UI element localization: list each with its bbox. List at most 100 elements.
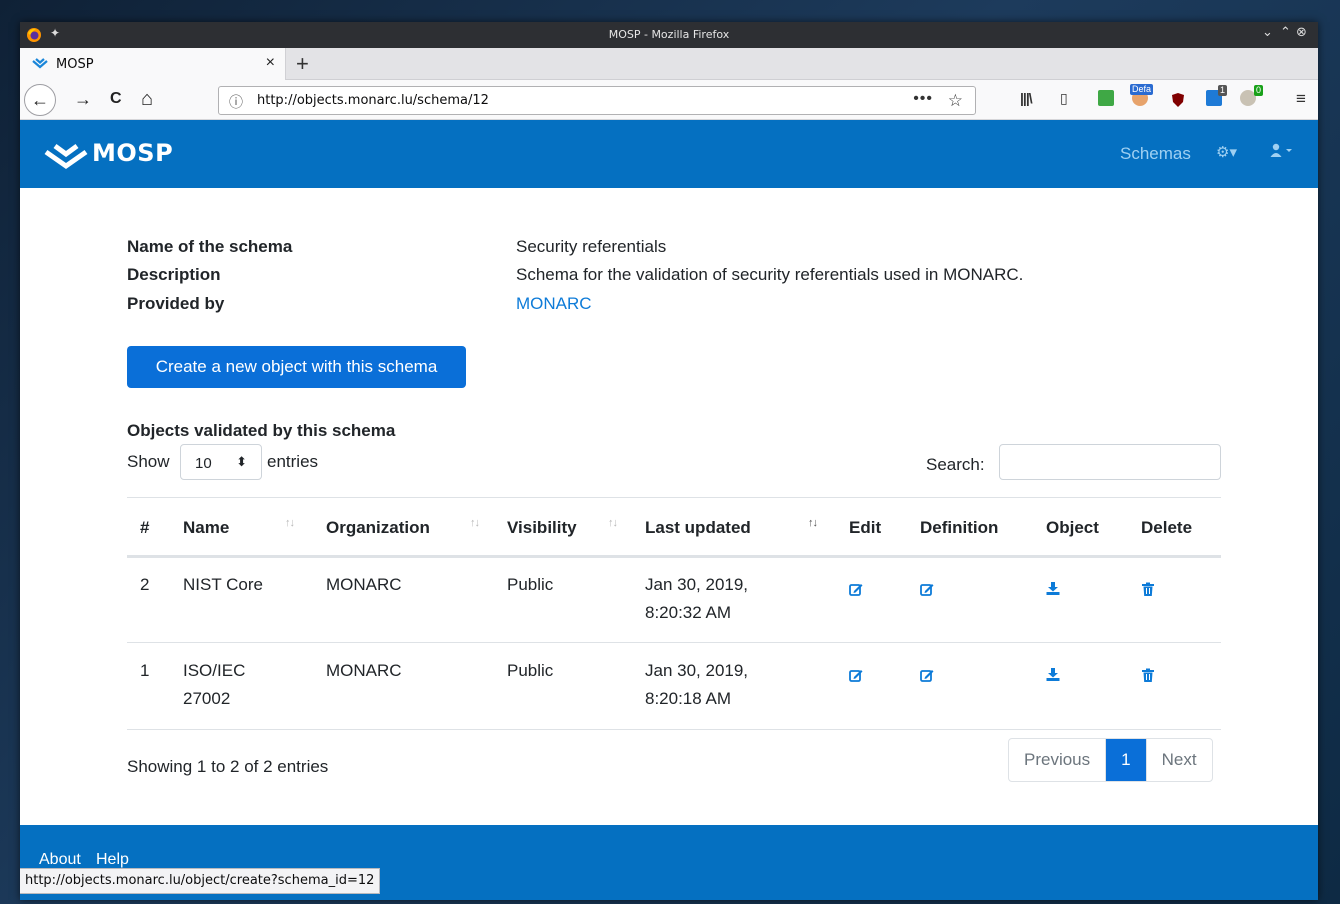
extension-paint-badge: 0 <box>1254 85 1264 96</box>
browser-window: ✦ MOSP - Mozilla Firefox ⌄ ⌃ ⊗ MOSP × + … <box>20 22 1318 900</box>
row-updated-time: 8:20:18 AM <box>645 689 732 708</box>
table-header-border <box>127 555 1221 558</box>
schema-name-row: Name of the schema Security referentials <box>127 237 1227 257</box>
site-header: MOSP Schemas ⚙▾ <box>20 120 1318 188</box>
page-size-select[interactable]: 10 ⬍ <box>180 444 262 480</box>
row-name-link[interactable]: ISO/IEC <box>183 657 245 685</box>
sidebar-icon[interactable]: ▯ <box>1060 90 1068 107</box>
edit-definition-icon[interactable] <box>920 668 934 682</box>
schema-name-value: Security referentials <box>516 237 667 256</box>
extension-s-badge: 1 <box>1218 85 1228 96</box>
entries-label: entries <box>267 452 319 471</box>
row-name-link[interactable]: NIST Core <box>183 571 263 599</box>
header-id[interactable]: # <box>140 518 149 538</box>
edit-icon[interactable] <box>849 582 863 596</box>
mosp-logo-icon[interactable] <box>44 140 88 170</box>
row-divider <box>127 642 1221 643</box>
header-object: Object <box>1046 518 1099 537</box>
minimize-icon[interactable]: ⌄ <box>1262 25 1273 40</box>
sort-visibility-icon[interactable]: ↑↓ <box>608 517 618 529</box>
url-bar[interactable]: ⓘ http://objects.monarc.lu/schema/12 •••… <box>218 86 976 115</box>
new-tab-button[interactable]: + <box>296 51 309 77</box>
schema-description-label: Description <box>127 265 221 284</box>
menu-icon[interactable]: ≡ <box>1296 89 1306 109</box>
row-updated-time: 8:20:32 AM <box>645 603 732 622</box>
header-delete: Delete <box>1141 518 1193 537</box>
bookmark-star-icon[interactable]: ☆ <box>948 91 963 111</box>
pagination-next[interactable]: Next <box>1145 739 1212 781</box>
row-updated: Jan 30, 2019, <box>645 661 749 680</box>
table-bottom-border <box>127 729 1221 730</box>
browser-navbar: ← → C ⌂ ⓘ http://objects.monarc.lu/schem… <box>20 80 1318 120</box>
search-input[interactable] <box>999 444 1221 480</box>
search-label: Search: <box>926 455 985 474</box>
footer-about-link[interactable]: About <box>39 851 81 869</box>
schema-provider-link[interactable]: MONARC <box>516 294 592 314</box>
sort-organization-icon[interactable]: ↑↓ <box>470 517 480 529</box>
row-organization-link[interactable]: MONARC <box>326 657 402 685</box>
select-arrow-icon: ⬍ <box>236 454 247 469</box>
header-name[interactable]: Name <box>183 518 229 538</box>
header-definition: Definition <box>920 518 999 537</box>
delete-icon[interactable] <box>1141 582 1155 596</box>
header-organization[interactable]: Organization <box>326 518 430 538</box>
library-icon[interactable]: |||\ <box>1020 90 1033 106</box>
mosp-favicon-icon <box>32 58 48 69</box>
download-icon[interactable] <box>1046 667 1060 681</box>
row-id: 2 <box>140 575 150 594</box>
schema-provider-label: Provided by <box>127 294 225 313</box>
header-last-updated[interactable]: Last updated <box>645 518 751 538</box>
row-id: 1 <box>140 661 150 680</box>
row-visibility: Public <box>507 661 554 680</box>
settings-dropdown-icon[interactable]: ⚙▾ <box>1216 143 1237 161</box>
extension-defa-badge: Defa <box>1130 84 1154 95</box>
page-actions-icon[interactable]: ••• <box>913 90 933 108</box>
schema-description-row: Description Schema for the validation of… <box>127 265 1227 285</box>
home-button[interactable]: ⌂ <box>141 88 153 110</box>
footer-help-link[interactable]: Help <box>96 851 129 869</box>
status-bar-url: http://objects.monarc.lu/object/create?s… <box>20 868 381 894</box>
ublock-icon[interactable] <box>1170 92 1186 108</box>
tab-close-icon[interactable]: × <box>266 54 275 72</box>
main-content: Name of the schema Security referentials… <box>20 205 1318 825</box>
user-dropdown-icon[interactable] <box>1270 143 1296 161</box>
window-titlebar: ✦ MOSP - Mozilla Firefox ⌄ ⌃ ⊗ <box>20 22 1318 48</box>
nav-schemas[interactable]: Schemas <box>1120 144 1191 164</box>
row-organization-link[interactable]: MONARC <box>326 571 402 599</box>
sort-last-updated-icon[interactable]: ↑↓ <box>808 517 818 529</box>
create-object-button[interactable]: Create a new object with this schema <box>127 346 466 388</box>
objects-section-title: Objects validated by this schema <box>127 421 396 440</box>
forward-button[interactable]: → <box>74 88 92 110</box>
reload-button[interactable]: C <box>110 88 122 110</box>
header-edit: Edit <box>849 518 882 537</box>
schema-description-value: Schema for the validation of security re… <box>516 265 1024 284</box>
edit-definition-icon[interactable] <box>920 582 934 596</box>
table-top-border <box>127 497 1221 498</box>
site-info-icon[interactable]: ⓘ <box>229 92 243 112</box>
row-updated: Jan 30, 2019, <box>645 575 749 594</box>
back-button[interactable]: ← <box>24 84 56 116</box>
row-visibility: Public <box>507 575 554 594</box>
delete-icon[interactable] <box>1141 668 1155 682</box>
table-info: Showing 1 to 2 of 2 entries <box>127 757 329 776</box>
url-text[interactable]: http://objects.monarc.lu/schema/12 <box>257 93 489 108</box>
window-title: MOSP - Mozilla Firefox <box>608 28 730 41</box>
pagination: Previous 1 Next <box>1008 738 1213 782</box>
pagination-previous[interactable]: Previous <box>1009 739 1107 781</box>
pagination-page-1[interactable]: 1 <box>1106 739 1146 781</box>
maximize-icon[interactable]: ⌃ <box>1280 25 1291 40</box>
brand-name[interactable]: MOSP <box>92 139 173 167</box>
tab-title: MOSP <box>56 57 94 72</box>
show-label: Show <box>127 452 170 471</box>
header-visibility[interactable]: Visibility <box>507 518 577 538</box>
tab-strip: MOSP × + <box>20 48 1318 80</box>
sort-name-icon[interactable]: ↑↓ <box>285 517 295 529</box>
edit-icon[interactable] <box>849 668 863 682</box>
page-size-value: 10 <box>195 455 212 472</box>
close-window-icon[interactable]: ⊗ <box>1296 25 1307 40</box>
extension-green-icon[interactable] <box>1098 90 1114 106</box>
schema-provider-row: Provided by MONARC <box>127 294 1227 314</box>
download-icon[interactable] <box>1046 581 1060 595</box>
tab-mosp[interactable]: MOSP × <box>20 48 286 80</box>
row-name-link-line2[interactable]: 27002 <box>183 685 230 713</box>
